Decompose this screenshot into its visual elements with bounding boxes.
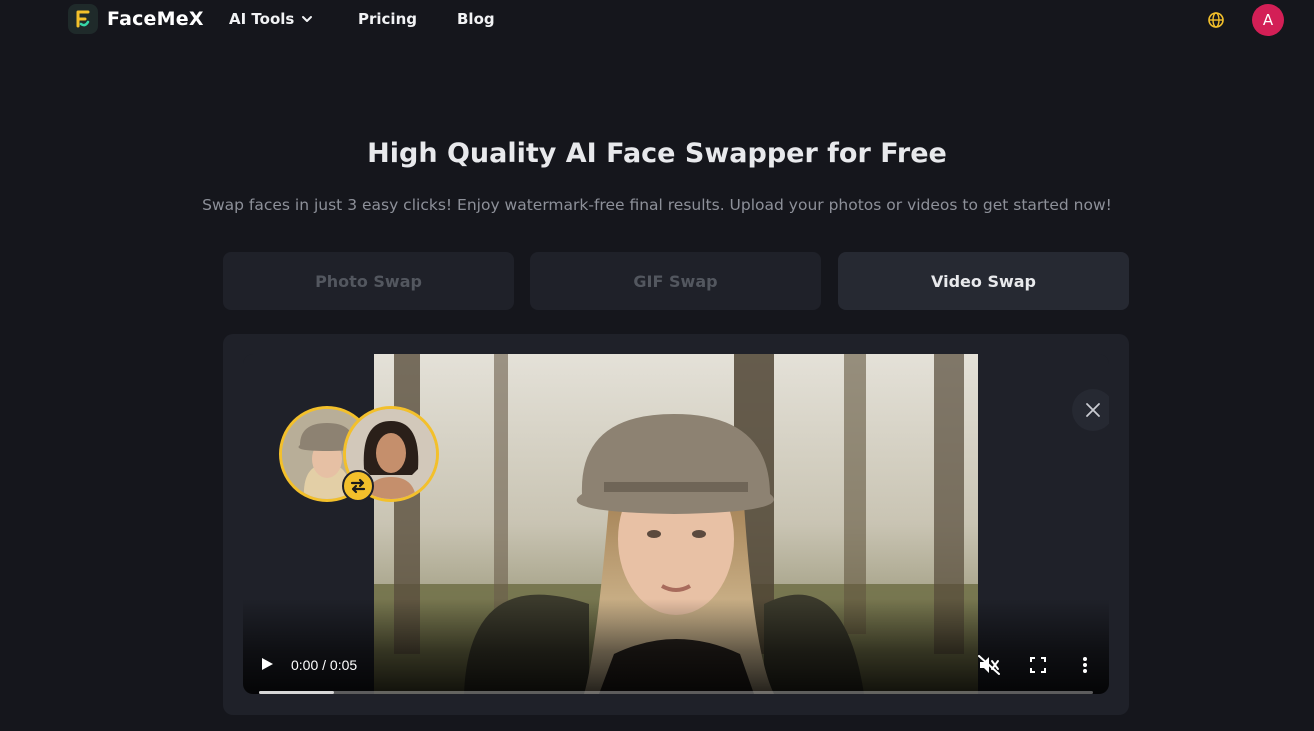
face-swap-preview (279, 406, 441, 504)
nav-ai-tools-label: AI Tools (229, 10, 295, 28)
top-navigation: FaceMeX AI Tools Pricing Blog A (0, 0, 1314, 40)
page-subtitle: Swap faces in just 3 easy clicks! Enjoy … (202, 196, 1112, 214)
facemex-logo-icon (68, 4, 98, 34)
brand-logo[interactable]: FaceMeX (68, 4, 204, 34)
brand-name: FaceMeX (107, 8, 204, 30)
page-title: High Quality AI Face Swapper for Free (367, 138, 947, 169)
globe-icon[interactable] (1207, 11, 1225, 29)
nav-ai-tools[interactable]: AI Tools (229, 10, 314, 28)
tab-video-swap[interactable]: Video Swap (838, 252, 1129, 310)
close-icon (1086, 403, 1100, 417)
tab-photo-swap[interactable]: Photo Swap (223, 252, 514, 310)
video-player[interactable]: 0:00 / 0:05 (243, 354, 1109, 694)
tab-gif-swap[interactable]: GIF Swap (530, 252, 821, 310)
play-icon[interactable] (259, 656, 275, 672)
nav-pricing[interactable]: Pricing (358, 10, 417, 28)
fullscreen-icon[interactable] (1029, 656, 1047, 674)
video-progress-bar[interactable] (259, 691, 1093, 694)
playback-time: 0:00 / 0:05 (291, 657, 358, 673)
close-button[interactable] (1072, 389, 1109, 431)
avatar-initial: A (1262, 11, 1274, 29)
nav-pricing-label: Pricing (358, 10, 417, 28)
swap-arrows-icon (342, 470, 374, 502)
player-controls-shade (243, 599, 1109, 694)
video-progress-buffered (259, 691, 335, 694)
volume-muted-icon[interactable] (978, 655, 1000, 675)
video-preview-panel: 0:00 / 0:05 (223, 334, 1129, 715)
more-vertical-icon[interactable] (1077, 656, 1093, 674)
chevron-down-icon (302, 16, 313, 22)
user-avatar[interactable]: A (1252, 4, 1284, 36)
nav-blog[interactable]: Blog (457, 10, 495, 28)
nav-blog-label: Blog (457, 10, 495, 28)
